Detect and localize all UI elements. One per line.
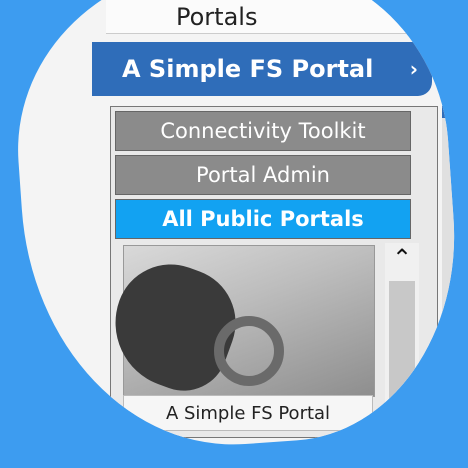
nav-label: Portal Admin (196, 163, 330, 187)
title-caret-icon: › (409, 57, 418, 81)
right-panel (442, 105, 468, 436)
nav-portal-admin[interactable]: Portal Admin (115, 155, 411, 195)
top-bar: Portals (106, 0, 468, 34)
portal-sidebar: Connectivity Toolkit Portal Admin All Pu… (97, 106, 438, 438)
folder-icon[interactable] (462, 198, 468, 218)
app-viewport: Portals A Simple FS Portal › Connectivit… (5, 0, 468, 459)
nav-connectivity-toolkit[interactable]: Connectivity Toolkit (115, 110, 411, 152)
thumbnail-ring (214, 316, 284, 386)
right-panel-header (442, 105, 468, 119)
portal-thumbnail[interactable] (97, 244, 375, 403)
portal-list-scrollbar[interactable]: ⌃ (385, 242, 419, 433)
scroll-up-icon[interactable]: ⌃ (385, 243, 419, 273)
nav-label: All Public Portals (162, 207, 364, 232)
nav-label: Connectivity Toolkit (160, 119, 366, 143)
portal-name: A Simple FS Portal (165, 402, 331, 424)
portal-card-label[interactable]: A Simple FS Portal (122, 395, 373, 431)
window-title: A Simple FS Portal (122, 55, 374, 83)
top-bar-label: Portals (176, 3, 258, 32)
nav-all-public-portals[interactable]: All Public Portals (115, 199, 411, 239)
title-bar: A Simple FS Portal › (92, 42, 432, 97)
scroll-thumb[interactable] (389, 281, 415, 431)
folder-icon[interactable] (462, 244, 468, 264)
